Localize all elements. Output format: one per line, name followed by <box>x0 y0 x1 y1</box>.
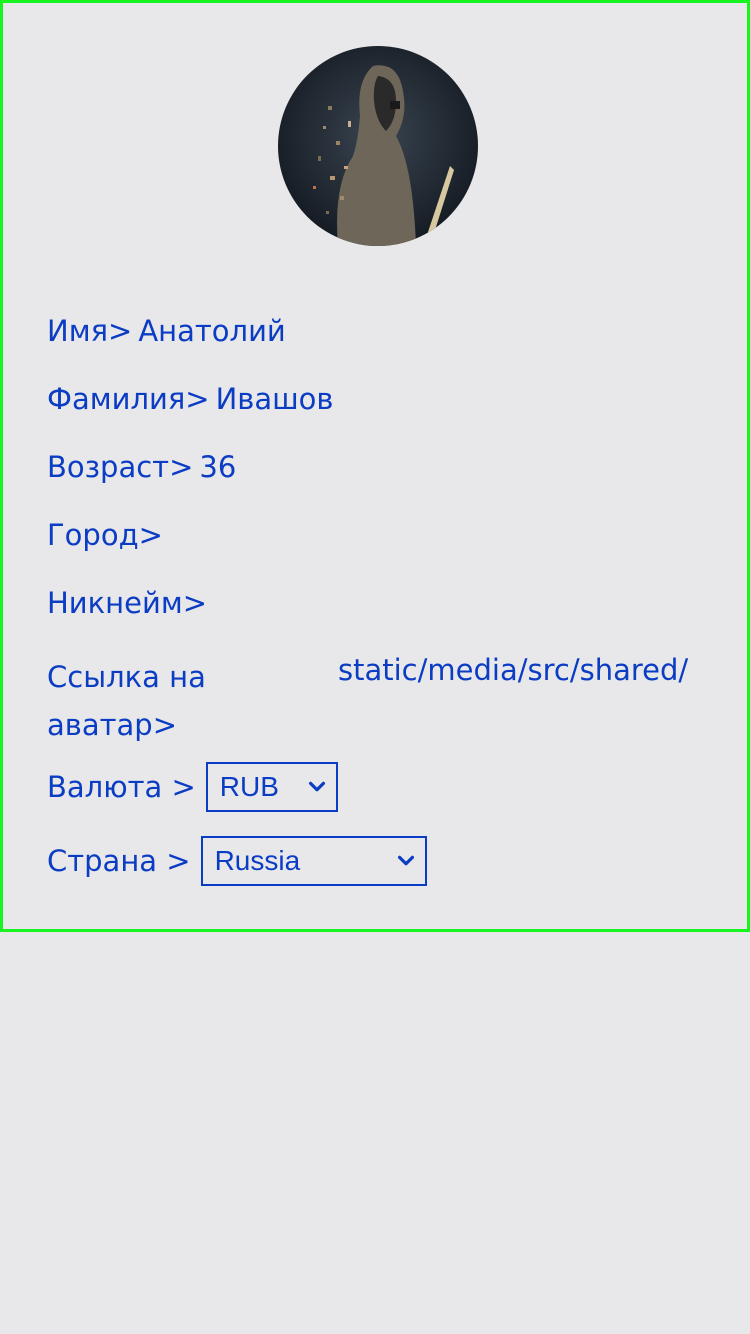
currency-selected-value: RUB <box>219 771 279 802</box>
currency-row: Валюта > RUB <box>47 762 338 812</box>
avatar-link-value[interactable]: static/media/src/shared/ <box>338 653 710 687</box>
age-value[interactable]: 36 <box>199 450 236 484</box>
country-selected-value: Russia <box>214 845 301 876</box>
currency-select[interactable]: RUB <box>205 762 338 812</box>
chevron-down-icon <box>397 855 414 866</box>
last-name-row: Фамилия> Ивашов <box>47 382 334 416</box>
avatar <box>278 46 478 246</box>
age-label: Возраст> <box>47 450 194 484</box>
currency-label: Валюта > <box>47 770 196 804</box>
first-name-value[interactable]: Анатолий <box>138 314 285 348</box>
chevron-down-icon <box>308 781 325 792</box>
avatar-link-label: Ссылка на аватар> <box>47 660 206 742</box>
city-row: Город> <box>47 518 169 552</box>
avatar-image <box>278 46 478 246</box>
last-name-label: Фамилия> <box>47 382 210 416</box>
last-name-value[interactable]: Ивашов <box>216 382 334 416</box>
country-label: Страна > <box>47 844 191 878</box>
age-row: Возраст> 36 <box>47 450 236 484</box>
country-row: Страна > Russia <box>47 836 427 886</box>
first-name-label: Имя> <box>47 314 133 348</box>
country-select[interactable]: Russia <box>200 836 427 886</box>
city-label: Город> <box>47 518 163 552</box>
nickname-label: Никнейм> <box>47 586 207 620</box>
first-name-row: Имя> Анатолий <box>47 314 286 348</box>
profile-card: Имя> Анатолий Фамилия> Ивашов Возраст> 36 Г… <box>0 0 750 932</box>
nickname-row: Никнейм> <box>47 586 213 620</box>
